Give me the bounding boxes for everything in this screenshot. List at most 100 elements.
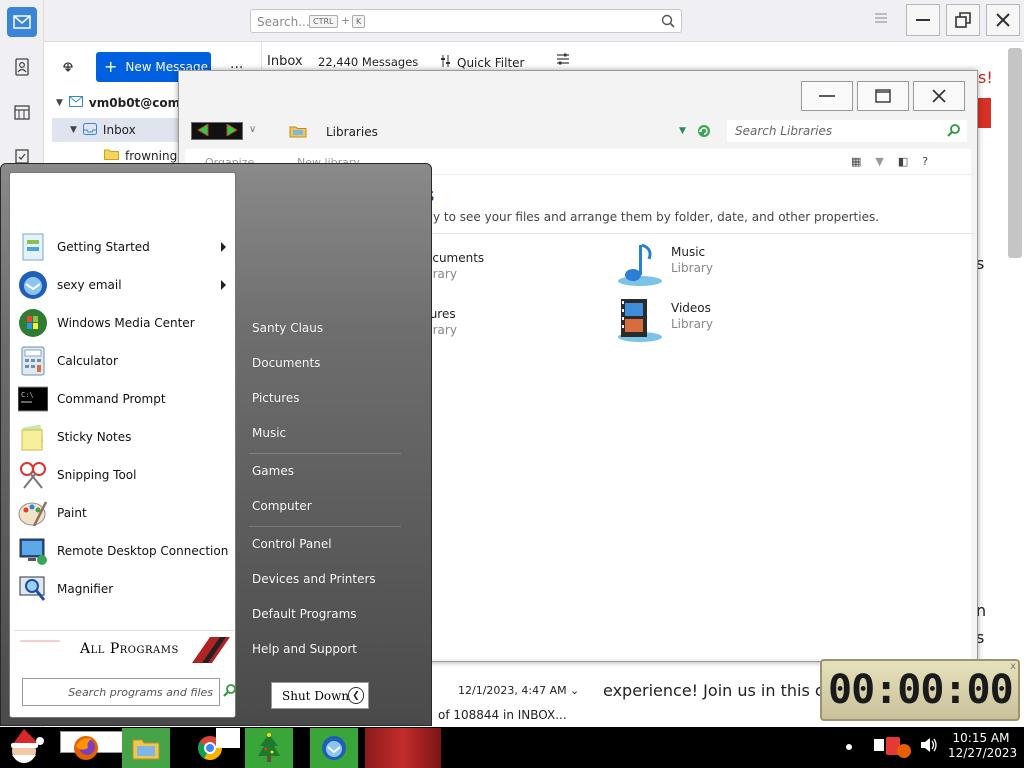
library-music[interactable]: Music Library: [615, 241, 815, 291]
taskbar-blank-item[interactable]: [216, 728, 240, 748]
program-command-prompt[interactable]: C:\ Command Prompt: [16, 381, 232, 417]
preview-red-button[interactable]: [976, 98, 991, 128]
program-label: Remote Desktop Connection: [57, 544, 229, 558]
start-item-documents[interactable]: Documents: [252, 356, 320, 370]
shut-down-button[interactable]: Shut Down ❮: [271, 682, 369, 709]
account-row[interactable]: ▼ vm0b0t@comp: [56, 96, 189, 110]
chevron-down-icon: ▼: [56, 98, 63, 108]
shutdown-options-icon[interactable]: ❮: [348, 687, 364, 704]
program-label: Snipping Tool: [57, 468, 137, 482]
view-options-chevron-icon[interactable]: ▼: [875, 155, 883, 168]
change-view-icon[interactable]: ▦: [851, 155, 861, 168]
calendar-icon[interactable]: [7, 97, 37, 127]
inbox-label: Inbox: [102, 123, 136, 137]
start-item-control-panel[interactable]: Control Panel: [252, 537, 332, 551]
program-label: Magnifier: [57, 582, 114, 596]
folder-frowning[interactable]: frowning: [104, 148, 177, 163]
santa-start-icon: [11, 729, 44, 763]
kbd-plus: +: [341, 14, 351, 27]
address-dropdown-icon[interactable]: ▼: [679, 126, 686, 136]
address-book-icon[interactable]: [7, 52, 37, 82]
maximize-button[interactable]: [857, 81, 909, 111]
kbd-k: K: [352, 15, 366, 28]
taskbar-explorer[interactable]: [122, 728, 170, 768]
hamburger-menu-icon[interactable]: [874, 12, 888, 27]
close-button[interactable]: [913, 81, 965, 111]
library-pictures[interactable]: tures brary: [425, 305, 625, 349]
shut-down-label: Shut Down: [282, 689, 350, 703]
volume-icon[interactable]: [920, 737, 938, 756]
library-type: Library: [671, 261, 713, 275]
navigation-buttons: [191, 122, 243, 140]
chevron-down-icon[interactable]: ⌄: [570, 684, 579, 697]
start-item-music[interactable]: Music: [252, 426, 286, 440]
quick-filter-label: Quick Filter: [457, 55, 525, 70]
divider: [249, 453, 401, 454]
quick-filter-button[interactable]: Quick Filter: [440, 55, 524, 70]
taskbar-red-item[interactable]: [365, 728, 441, 768]
folder-label: frowning: [125, 148, 178, 163]
preview-scrollbar[interactable]: [1008, 48, 1022, 258]
library-documents[interactable]: ocuments brary: [425, 249, 625, 293]
list-options-icon[interactable]: [556, 52, 570, 69]
folder-icon: [104, 148, 119, 163]
start-item-default-programs[interactable]: Default Programs: [252, 607, 357, 621]
taskbar-thunderbird[interactable]: [310, 728, 358, 768]
address-bar-text[interactable]: Libraries: [326, 125, 378, 139]
close-icon[interactable]: x: [1010, 661, 1016, 672]
program-magnifier[interactable]: Magnifier: [16, 571, 232, 607]
taskbar-christmas-tree[interactable]: [245, 728, 293, 768]
library-videos[interactable]: Videos Library: [615, 297, 815, 347]
program-label: sexy email: [57, 278, 122, 292]
tray-indicator-icon[interactable]: [846, 744, 852, 750]
search-icon[interactable]: [223, 683, 237, 700]
refresh-icon[interactable]: [697, 124, 711, 141]
christmas-tree-icon: [258, 733, 280, 762]
back-arrow-icon[interactable]: [196, 122, 214, 139]
system-clock[interactable]: 10:15 AM 12/27/2023: [948, 731, 1017, 761]
close-button[interactable]: [986, 4, 1020, 36]
search-programs-input[interactable]: Search programs and files: [22, 678, 220, 706]
preview-pane-icon[interactable]: ◧: [898, 155, 908, 168]
start-item-pictures[interactable]: Pictures: [252, 391, 300, 405]
program-calculator[interactable]: Calculator: [16, 343, 232, 379]
libraries-description: y to see your files and arrange them by …: [433, 210, 880, 224]
program-sexy-email[interactable]: sexy email: [16, 267, 232, 303]
digital-clock-gadget[interactable]: 00:00:00 x: [820, 659, 1020, 721]
music-library-icon: [615, 241, 665, 290]
restore-button[interactable]: [946, 4, 980, 36]
program-windows-media-center[interactable]: Windows Media Center: [16, 305, 232, 341]
start-item-computer[interactable]: Computer: [252, 499, 312, 513]
program-sticky-notes[interactable]: Sticky Notes: [16, 419, 232, 455]
getting-started-icon: [16, 230, 50, 264]
all-programs-label: All Programs: [80, 641, 179, 657]
start-item-santy-claus[interactable]: Santy Claus: [252, 321, 323, 335]
firefox-icon: [74, 736, 98, 760]
minimize-button[interactable]: [801, 81, 853, 111]
program-getting-started[interactable]: Getting Started: [16, 229, 232, 265]
program-paint[interactable]: Paint: [16, 495, 232, 531]
forward-arrow-icon[interactable]: [221, 122, 239, 139]
mail-space-icon[interactable]: [7, 7, 37, 37]
program-snipping-tool[interactable]: Snipping Tool: [16, 457, 232, 493]
minimize-button[interactable]: [906, 4, 940, 36]
paint-icon: [16, 496, 50, 530]
start-item-help-support[interactable]: Help and Support: [252, 642, 357, 656]
message-preview-text: experience! Join us in this c: [603, 681, 824, 700]
help-icon[interactable]: ?: [922, 155, 928, 168]
get-messages-icon[interactable]: [60, 56, 76, 75]
library-name: Videos: [671, 301, 711, 315]
global-search-input[interactable]: Search... CTRL + K: [250, 9, 682, 33]
divider: [433, 233, 973, 234]
search-libraries-input[interactable]: Search Libraries: [727, 120, 967, 142]
start-button[interactable]: [2, 727, 50, 768]
start-item-games[interactable]: Games: [252, 464, 294, 478]
program-remote-desktop[interactable]: Remote Desktop Connection: [16, 533, 232, 569]
account-name: vm0b0t@comp: [88, 96, 189, 110]
start-item-devices-printers[interactable]: Devices and Printers: [252, 572, 376, 586]
recent-pages-chevron-icon[interactable]: ∨: [249, 124, 256, 135]
taskbar-firefox[interactable]: [62, 728, 110, 768]
action-center-flag-icon[interactable]: [874, 735, 914, 762]
all-programs-button[interactable]: All Programs: [14, 630, 234, 666]
message-date: 12/1/2023, 4:47 AM: [458, 684, 567, 697]
